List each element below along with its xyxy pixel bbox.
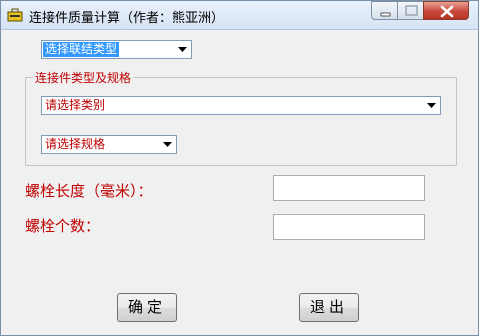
category-select[interactable]: 请选择类别 <box>41 96 441 115</box>
chevron-down-icon <box>163 142 172 147</box>
maximize-button[interactable] <box>397 1 424 20</box>
close-button[interactable] <box>423 1 469 20</box>
title-bar[interactable]: 连接件质量计算（作者：熊亚洲） <box>1 1 478 30</box>
minimize-icon <box>380 12 391 17</box>
category-dropdown-button[interactable] <box>424 98 439 113</box>
chevron-down-icon <box>427 103 436 108</box>
ok-button[interactable]: 确定 <box>117 293 177 322</box>
minimize-button[interactable] <box>371 1 398 20</box>
spec-value: 请选择规格 <box>45 137 106 151</box>
bolt-length-input[interactable] <box>273 175 425 201</box>
exit-button[interactable]: 退出 <box>299 293 359 322</box>
window-title: 连接件质量计算（作者：熊亚洲） <box>29 11 225 26</box>
category-value: 请选择类别 <box>45 98 106 112</box>
fastener-group-label: 连接件类型及规格 <box>33 69 134 86</box>
app-window: 连接件质量计算（作者：熊亚洲） 选择联结类型 连接件类型及规格 请选择类别 请选… <box>0 0 479 336</box>
connection-type-value: 选择联结类型 <box>43 42 120 57</box>
maximize-icon <box>405 5 418 16</box>
close-icon <box>440 5 454 18</box>
chevron-down-icon <box>178 47 187 52</box>
toolbox-icon <box>7 7 23 23</box>
bolt-length-label: 螺栓长度（毫米）： <box>25 182 153 200</box>
bolt-count-label: 螺栓个数： <box>25 217 101 235</box>
connection-type-select[interactable]: 选择联结类型 <box>41 40 192 59</box>
connection-type-dropdown-button[interactable] <box>175 42 190 57</box>
spec-select[interactable]: 请选择规格 <box>41 135 177 154</box>
spec-dropdown-button[interactable] <box>160 137 175 152</box>
bolt-count-input[interactable] <box>273 214 425 240</box>
